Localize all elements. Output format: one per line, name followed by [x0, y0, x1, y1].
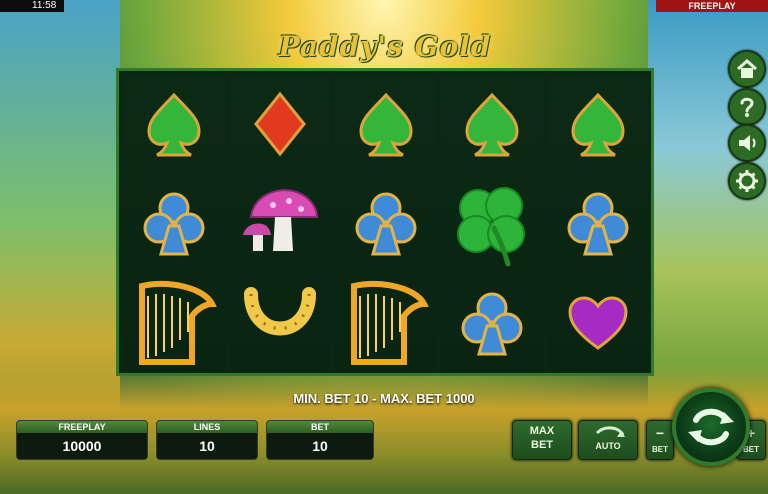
bet-label: BET: [267, 421, 373, 433]
bet-minus-button[interactable]: − BET: [646, 420, 674, 460]
reel-area: [116, 68, 654, 376]
reel-5: [547, 75, 649, 373]
minus-icon: −: [655, 425, 665, 441]
spade-icon: [147, 92, 201, 157]
auto-spin-button[interactable]: AUTO: [578, 420, 638, 460]
heart-icon: [568, 296, 628, 350]
freeplay-value: 10000: [62, 438, 102, 454]
club-icon: [355, 192, 417, 256]
symbol-harp: [335, 275, 437, 373]
symbol-clover: [441, 175, 543, 273]
symbol-harp: [123, 275, 225, 373]
reel-4: [441, 75, 543, 373]
spade-icon: [359, 92, 413, 157]
spin-button[interactable]: [672, 388, 750, 466]
spade-icon: [465, 92, 519, 157]
symbol-spade-green: [123, 75, 225, 173]
help-button[interactable]: [728, 88, 766, 126]
spin-arrows-icon: [688, 408, 734, 446]
mushroom-icon: [243, 189, 319, 251]
symbol-club-blue: [335, 175, 437, 273]
gear-icon: [736, 170, 758, 192]
symbol-club-blue: [123, 175, 225, 273]
reel-3: [335, 75, 437, 373]
club-icon: [567, 192, 629, 256]
club-icon: [143, 192, 205, 256]
lines-label: LINES: [157, 421, 257, 433]
max-bet-button[interactable]: MAX BET: [512, 420, 572, 460]
freeplay-panel: FREEPLAY 10000: [16, 420, 148, 460]
spade-icon: [571, 92, 625, 157]
harp-icon: [351, 281, 429, 365]
auto-label: AUTO: [595, 441, 621, 451]
lines-panel: LINES 10: [156, 420, 258, 460]
home-icon: [737, 58, 757, 78]
settings-button[interactable]: [728, 162, 766, 200]
symbol-club-blue: [441, 275, 543, 373]
horseshoe-icon: [244, 287, 316, 336]
bet-minus-label: BET: [652, 445, 668, 454]
min-max-bet-info: MIN. BET 10 - MAX. BET 1000: [293, 391, 475, 406]
symbol-mushroom: [229, 175, 331, 273]
symbol-horseshoe: [229, 275, 331, 373]
game-logo-text: Paddy's Gold: [278, 30, 492, 63]
symbol-club-blue: [547, 175, 649, 273]
club-icon: [461, 292, 523, 356]
symbol-heart-purple: [547, 275, 649, 373]
bet-panel: BET 10: [266, 420, 374, 460]
symbol-diamond-red: [229, 75, 331, 173]
game-logo: Paddy's Gold: [250, 30, 520, 72]
auto-icon: [595, 426, 625, 437]
bet-value: 10: [312, 438, 328, 454]
reel-2: [229, 75, 331, 373]
help-icon: [740, 97, 754, 117]
freeplay-badge: FREEPLAY: [656, 0, 768, 12]
symbol-spade-green: [441, 75, 543, 173]
max-bet-bottom: BET: [531, 439, 553, 451]
symbol-spade-green: [335, 75, 437, 173]
diamond-icon: [254, 91, 306, 157]
sound-icon: [739, 135, 756, 151]
sound-button[interactable]: [728, 124, 766, 162]
harp-icon: [139, 281, 217, 365]
top-bar: 11:58 FREEPLAY: [0, 0, 768, 12]
clover-icon: [457, 187, 525, 267]
max-bet-top: MAX: [529, 425, 555, 437]
reel-1: [123, 75, 225, 373]
clock: 11:58: [0, 0, 65, 12]
lines-value: 10: [199, 438, 215, 454]
symbol-spade-green: [547, 75, 649, 173]
freeplay-label: FREEPLAY: [17, 421, 147, 433]
home-button[interactable]: [728, 50, 766, 88]
